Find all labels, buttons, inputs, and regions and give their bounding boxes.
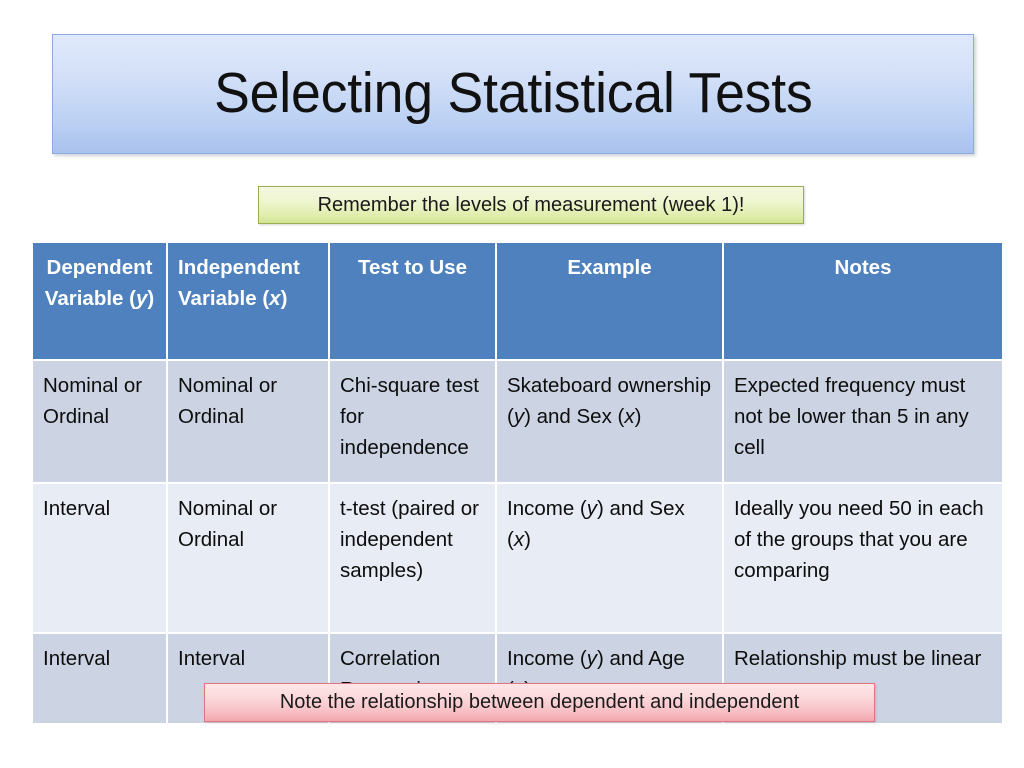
cell-notes: Expected frequency must not be lower tha…: [724, 361, 1002, 484]
cell-dependent-variable: Interval: [33, 484, 168, 634]
table-header-row: Dependent Variable (y) Independent Varia…: [33, 243, 1002, 361]
cell-independent-variable: Nominal or Ordinal: [168, 484, 330, 634]
callout-levels-of-measurement-label: Remember the levels of measurement (week…: [317, 193, 745, 216]
statistical-tests-table: Dependent Variable (y) Independent Varia…: [33, 243, 1002, 725]
cell-dependent-variable: Nominal or Ordinal: [33, 361, 168, 484]
slide-title-banner: Selecting Statistical Tests: [52, 34, 974, 154]
cell-example: Income (y) and Sex (x): [497, 484, 724, 634]
cell-independent-variable: Nominal or Ordinal: [168, 361, 330, 484]
table-row: Interval Nominal or Ordinal t-test (pair…: [33, 484, 1002, 634]
column-header-example: Example: [497, 243, 724, 361]
column-header-dependent-variable: Dependent Variable (y): [33, 243, 168, 361]
callout-levels-of-measurement: Remember the levels of measurement (week…: [258, 186, 804, 224]
cell-dependent-variable: Interval: [33, 634, 168, 725]
table-row: Nominal or Ordinal Nominal or Ordinal Ch…: [33, 361, 1002, 484]
page-title: Selecting Statistical Tests: [213, 61, 813, 126]
column-header-independent-variable: Independent Variable (x): [168, 243, 330, 361]
column-header-notes: Notes: [724, 243, 1002, 361]
cell-test-to-use: Chi-square test for independence: [330, 361, 497, 484]
callout-relationship-note-label: Note the relationship between dependent …: [279, 691, 800, 713]
cell-test-to-use: t-test (paired or independent samples): [330, 484, 497, 634]
column-header-test-to-use: Test to Use: [330, 243, 497, 361]
cell-notes: Ideally you need 50 in each of the group…: [724, 484, 1002, 634]
cell-example: Skateboard ownership (y) and Sex (x): [497, 361, 724, 484]
callout-relationship-note: Note the relationship between dependent …: [204, 683, 875, 722]
